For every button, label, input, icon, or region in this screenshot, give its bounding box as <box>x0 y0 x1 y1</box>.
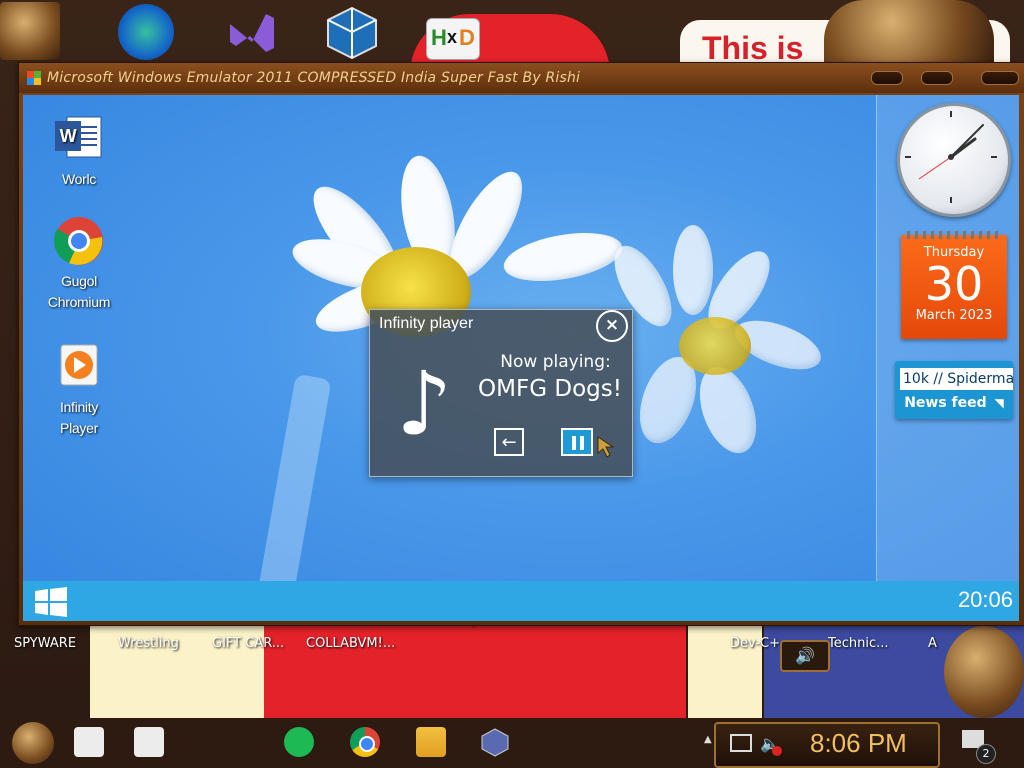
windows-logo-icon <box>27 71 41 85</box>
host-desktop-icon-collabvm[interactable]: COLLABVM!... <box>306 636 395 651</box>
windows-start-icon <box>35 587 67 617</box>
music-note-icon: ♪ <box>396 352 453 455</box>
desktop-icon-label: Worlc <box>61 171 97 187</box>
infinity-player-window: Infinity player × ♪ Now playing: OMFG Do… <box>369 309 633 477</box>
calendar-gadget[interactable]: Thursday 30 March 2023 <box>901 231 1007 339</box>
host-desktop-icon-a[interactable]: A <box>928 636 937 651</box>
host-start-button[interactable] <box>12 722 54 764</box>
visual-studio-icon[interactable] <box>222 4 278 60</box>
host-desktop-icon-gift-card[interactable]: GIFT CAR... <box>212 636 284 651</box>
wallpaper-petal <box>500 224 626 290</box>
notepad-icon[interactable] <box>74 727 104 757</box>
infinity-player-icon <box>53 341 105 393</box>
calendar-rings <box>907 231 1001 239</box>
host-desktop-icon-technic[interactable]: Technic... <box>828 636 889 651</box>
word-icon: W <box>53 113 105 165</box>
virtualbox-taskbar-icon[interactable] <box>480 727 510 757</box>
calendar-month-year: March 2023 <box>915 308 993 323</box>
minimize-button[interactable] <box>871 71 903 85</box>
rss-icon: ◥ <box>994 396 1004 410</box>
gadget-sidebar: Thursday 30 March 2023 10k // Spiderma N… <box>876 95 1019 581</box>
host-gauge-icon <box>944 626 1024 718</box>
virtualbox-host-icon[interactable] <box>324 4 380 60</box>
wallpaper-petal <box>673 225 713 315</box>
host-taskbar-clock[interactable]: 8:06 PM <box>810 728 907 759</box>
player-pause-button[interactable] <box>561 428 593 456</box>
maximize-button[interactable] <box>921 71 953 85</box>
guest-taskbar-clock[interactable]: 20:06 <box>958 587 1013 613</box>
network-icon[interactable] <box>730 734 752 752</box>
emulator-titlebar[interactable]: Microsoft Windows Emulator 2011 COMPRESS… <box>19 63 1024 93</box>
player-back-button[interactable]: ← <box>494 428 524 456</box>
calendar-day: 30 <box>924 257 984 311</box>
guest-desktop: W Worlc Gugol Chromium Infinity Player T… <box>23 95 1019 621</box>
clock-gadget[interactable] <box>897 103 1011 217</box>
wallpaper-stem <box>254 373 332 617</box>
news-ticker: 10k // Spiderma <box>900 368 1013 390</box>
desktop-icon-infinity-player[interactable]: Infinity Player <box>39 341 119 439</box>
news-feed-gadget[interactable]: 10k // Spiderma News feed ◥ <box>895 361 1013 419</box>
speaker-icon[interactable]: 🔊 <box>780 640 830 672</box>
guest-taskbar: 20:06 <box>23 581 1019 621</box>
desktop-icon-label: Infinity Player <box>59 399 99 436</box>
notification-count-badge: 2 <box>976 744 996 764</box>
edge-icon[interactable] <box>118 4 174 60</box>
desktop-icon-label: Gugol Chromium <box>47 273 111 310</box>
host-desktop-icon-wrestling[interactable]: Wrestling <box>118 636 179 651</box>
start-button[interactable] <box>33 587 69 617</box>
news-feed-label-row: News feed ◥ <box>895 395 1013 411</box>
player-title: Infinity player <box>379 315 474 332</box>
host-steampunk-clock-icon <box>824 0 994 62</box>
sheets-icon[interactable] <box>284 727 314 757</box>
emulator-window: Microsoft Windows Emulator 2011 COMPRESS… <box>18 62 1024 626</box>
now-playing-song: OMFG Dogs! <box>478 376 622 402</box>
tray-overflow-icon[interactable]: ▲ <box>704 734 712 745</box>
host-desktop-icon-devcpp[interactable]: Dev-C+ <box>730 636 780 651</box>
host-desktop-icon-spyware[interactable]: SPYWARE <box>14 636 76 651</box>
host-steampunk-icon[interactable] <box>0 2 60 60</box>
mute-badge-icon <box>772 746 782 756</box>
close-button[interactable] <box>981 71 1019 85</box>
now-playing-label: Now playing: <box>500 352 611 372</box>
chrome-icon[interactable] <box>350 727 380 757</box>
hxd-icon[interactable]: H x D <box>426 18 480 60</box>
wallpaper-flower-center <box>679 317 751 375</box>
folder-icon[interactable] <box>416 727 446 757</box>
chromium-icon <box>53 215 105 267</box>
notepad-icon-2[interactable] <box>134 727 164 757</box>
desktop-icon-word[interactable]: W Worlc <box>39 113 119 190</box>
wallpaper-petal <box>689 359 767 461</box>
emulator-title: Microsoft Windows Emulator 2011 COMPRESS… <box>47 70 581 86</box>
news-feed-label: News feed <box>904 395 987 411</box>
desktop-icon-chromium[interactable]: Gugol Chromium <box>39 215 119 313</box>
svg-text:W: W <box>60 126 77 146</box>
mouse-cursor-icon <box>596 435 618 459</box>
player-close-button[interactable]: × <box>596 310 628 342</box>
host-taskbar: ▲ 🔈 8:06 PM 2 <box>0 718 1024 768</box>
